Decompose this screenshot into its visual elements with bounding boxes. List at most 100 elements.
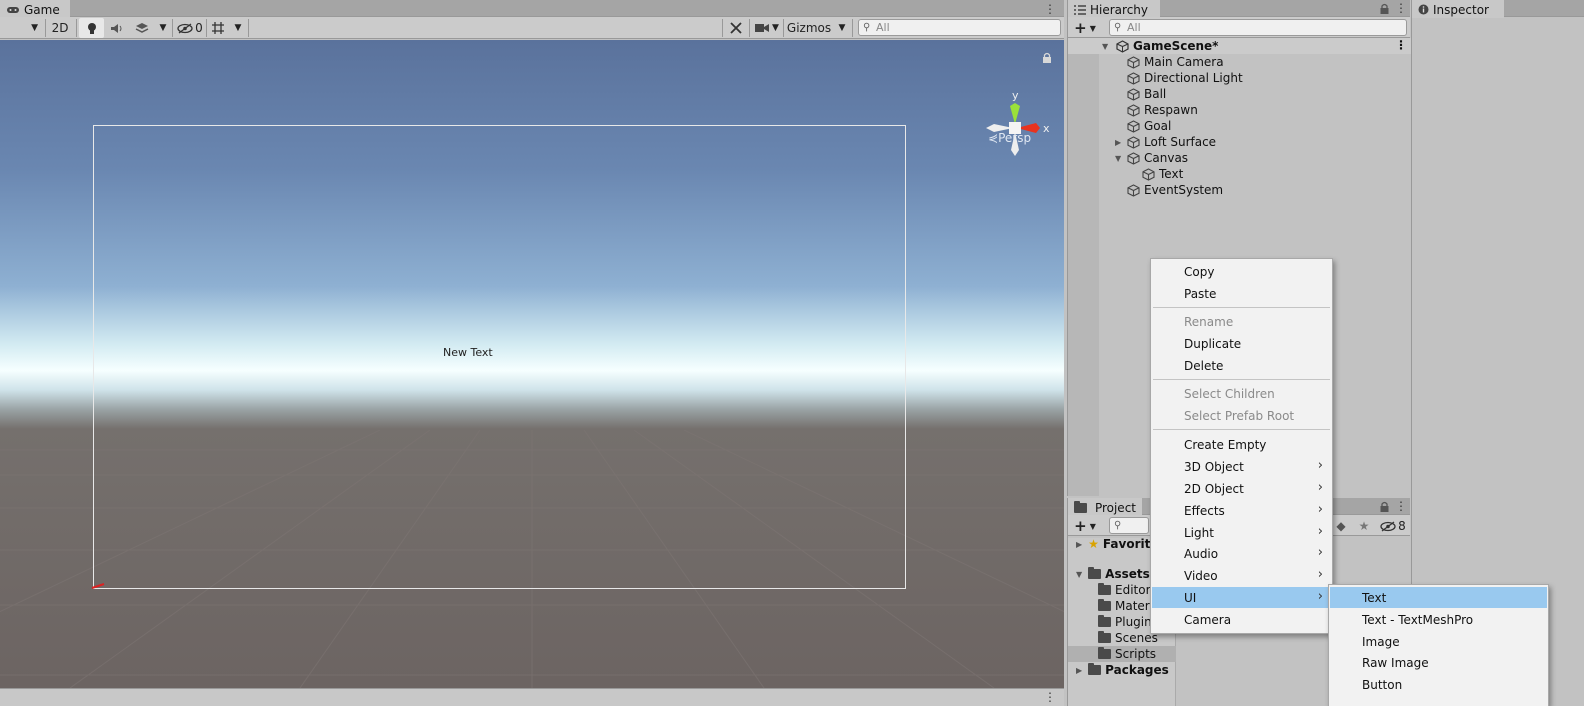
menu-item-select-children: Select Children xyxy=(1184,386,1275,401)
hierarchy-search-input[interactable]: ⚲ All xyxy=(1109,19,1407,36)
folder-item[interactable]: Scenes xyxy=(1098,630,1158,646)
project-more-icon[interactable]: ⋮ xyxy=(1395,499,1407,513)
project-hidden-toggle[interactable]: 8 xyxy=(1378,516,1408,536)
scene-more-icon[interactable]: ⋮ xyxy=(1395,38,1407,52)
expand-arrow-icon[interactable]: ▶ xyxy=(1076,540,1082,549)
menu-item-copy[interactable]: Copy xyxy=(1152,261,1331,282)
hierarchy-item[interactable]: Main Camera xyxy=(1068,54,1411,70)
gameobject-cube-icon xyxy=(1127,103,1140,117)
search-icon: ⚲ xyxy=(1114,22,1122,33)
expand-arrow-icon[interactable]: ▶ xyxy=(1076,666,1082,675)
assets-row[interactable]: ▼ Assets xyxy=(1076,566,1150,582)
expand-arrow-icon[interactable]: ▼ xyxy=(1102,42,1112,51)
menu-item-effects[interactable]: Effects › xyxy=(1152,500,1331,521)
game-panel: Game ⋮ ▼ 2D ▼ 0 ▼ ▼ Gizmos ▼ ⚲ All New T… xyxy=(0,0,1064,706)
menu-item-delete[interactable]: Delete xyxy=(1152,355,1331,376)
hierarchy-item-label: Directional Light xyxy=(1144,71,1243,85)
tab-inspector[interactable]: Inspector xyxy=(1412,0,1504,18)
lighting-toggle[interactable] xyxy=(79,18,104,38)
grid-toggle[interactable] xyxy=(208,18,228,38)
hierarchy-item[interactable]: Respawn xyxy=(1068,102,1411,118)
grid-icon xyxy=(212,22,224,34)
tools-button[interactable] xyxy=(725,18,747,38)
menu-item-3d-object[interactable]: 3D Object › xyxy=(1152,456,1331,477)
folder-open-icon xyxy=(1088,567,1102,579)
submenu-item-raw-image[interactable]: Raw Image xyxy=(1330,652,1547,673)
gameobject-cube-icon xyxy=(1127,151,1140,165)
scene-search-input[interactable]: ⚲ All xyxy=(858,19,1061,36)
statusbar-more-icon[interactable]: ⋮ xyxy=(1044,690,1056,704)
star-icon: ★ xyxy=(1358,519,1370,533)
submenu-arrow-icon: › xyxy=(1317,524,1323,539)
gizmos-dropdown[interactable]: ▼ xyxy=(835,18,849,38)
hierarchy-add-button[interactable]: + ▼ xyxy=(1072,18,1098,38)
folder-item[interactable]: Materi xyxy=(1098,598,1153,614)
gizmos-button[interactable]: Gizmos xyxy=(785,18,833,38)
effects-toggle[interactable] xyxy=(130,18,154,38)
tab-hierarchy[interactable]: Hierarchy xyxy=(1068,0,1160,18)
hidden-objects-toggle[interactable]: 0 xyxy=(175,18,205,38)
menu-item-audio[interactable]: Audio › xyxy=(1152,543,1331,564)
project-add-button[interactable]: + ▼ xyxy=(1072,516,1098,536)
display-dropdown[interactable]: ▼ xyxy=(0,18,42,38)
scene-row[interactable]: ▼ GameScene* ⋮ xyxy=(1068,38,1411,54)
folder-item[interactable]: Editor xyxy=(1098,582,1151,598)
hierarchy-item[interactable]: Text xyxy=(1068,166,1411,182)
projection-toggle[interactable]: ⋞Persp xyxy=(988,131,1031,145)
submenu-item-text-textmeshpro[interactable]: Text - TextMeshPro xyxy=(1330,609,1547,630)
lock-icon[interactable] xyxy=(1380,501,1389,512)
hierarchy-item[interactable]: Goal xyxy=(1068,118,1411,134)
favorites-filter-button[interactable]: ★ xyxy=(1354,516,1374,536)
rect-pivot-icon xyxy=(91,583,105,589)
folder-item-selected[interactable]: Scripts xyxy=(1068,646,1176,662)
hierarchy-item[interactable]: ▼ Canvas xyxy=(1068,150,1411,166)
folder-item[interactable]: Plugin xyxy=(1098,614,1152,630)
audio-toggle[interactable] xyxy=(106,18,128,38)
gameobject-cube-icon xyxy=(1127,71,1140,85)
menu-item-light[interactable]: Light › xyxy=(1152,522,1331,543)
folder-icon xyxy=(1088,663,1102,675)
favorites-row[interactable]: ▶ ★ Favorite xyxy=(1076,536,1159,552)
tab-game[interactable]: Game xyxy=(0,0,70,18)
camera-settings-button[interactable]: ▼ xyxy=(752,18,782,38)
orientation-gizmo[interactable]: y x xyxy=(980,90,1050,162)
menu-item-label: UI xyxy=(1184,590,1197,605)
hierarchy-item[interactable]: EventSystem xyxy=(1068,182,1411,198)
grid-dropdown[interactable]: ▼ xyxy=(230,18,246,38)
chevron-down-icon: ▼ xyxy=(1089,23,1096,33)
assets-label: Assets xyxy=(1105,567,1150,581)
hierarchy-item[interactable]: Ball xyxy=(1068,86,1411,102)
hierarchy-item[interactable]: ▶ Loft Surface xyxy=(1068,134,1411,150)
hierarchy-item[interactable]: Directional Light xyxy=(1068,70,1411,86)
submenu-item-text[interactable]: Text xyxy=(1330,587,1547,608)
menu-item-ui[interactable]: UI › xyxy=(1152,587,1331,608)
menu-item-duplicate[interactable]: Duplicate xyxy=(1152,333,1331,354)
hierarchy-item-label: Main Camera xyxy=(1144,55,1224,69)
tab-project-label: Project xyxy=(1094,500,1136,515)
menu-item-camera[interactable]: Camera xyxy=(1152,609,1331,630)
packages-row[interactable]: ▶ Packages xyxy=(1076,662,1169,678)
effects-dropdown[interactable]: ▼ xyxy=(156,18,170,38)
canvas-text-object[interactable]: New Text xyxy=(443,346,493,359)
toggle-2d-button[interactable]: 2D xyxy=(47,18,73,38)
submenu-item-image[interactable]: Image xyxy=(1330,631,1547,652)
collapse-arrow-icon[interactable]: ▼ xyxy=(1076,570,1082,579)
submenu-item-button[interactable]: Button xyxy=(1330,674,1547,695)
menu-item-2d-object[interactable]: 2D Object › xyxy=(1152,478,1331,499)
filter-by-label-button[interactable]: ◆ xyxy=(1332,516,1350,536)
tab-project[interactable]: Project xyxy=(1068,498,1142,516)
hierarchy-more-icon[interactable]: ⋮ xyxy=(1395,1,1407,15)
game-more-icon[interactable]: ⋮ xyxy=(1044,2,1056,16)
menu-item-label: Video xyxy=(1184,568,1218,583)
menu-item-video[interactable]: Video › xyxy=(1152,565,1331,586)
project-search-input[interactable]: ⚲ xyxy=(1109,517,1149,534)
lightbulb-icon xyxy=(87,22,96,34)
scene-viewport[interactable]: New Text y x ⋞Persp xyxy=(0,40,1064,688)
menu-item-create-empty[interactable]: Create Empty xyxy=(1152,434,1331,455)
expand-arrow-icon[interactable]: ▶ xyxy=(1115,138,1125,147)
lock-icon[interactable] xyxy=(1042,52,1052,63)
lock-icon[interactable] xyxy=(1380,3,1389,14)
hierarchy-item-label: EventSystem xyxy=(1144,183,1224,197)
collapse-arrow-icon[interactable]: ▼ xyxy=(1115,154,1125,163)
menu-item-paste[interactable]: Paste xyxy=(1152,283,1331,304)
